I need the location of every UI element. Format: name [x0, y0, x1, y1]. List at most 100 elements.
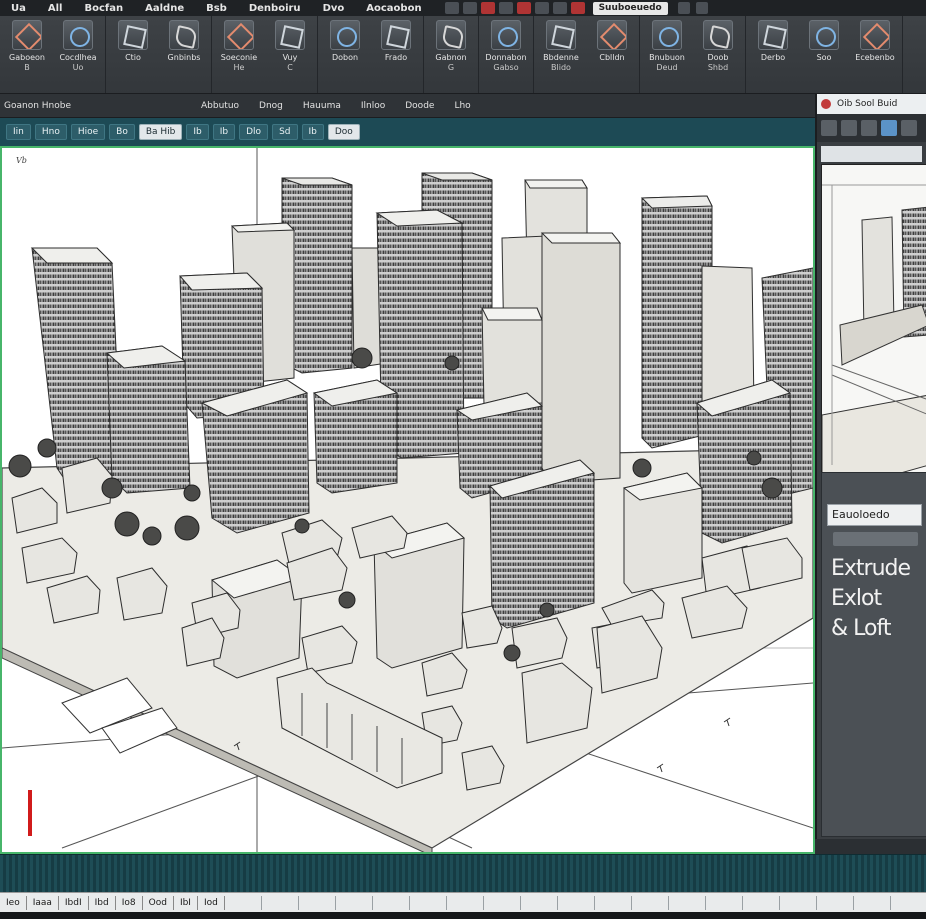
status-item[interactable]: IbdI: [59, 895, 89, 910]
ribbon-tool-sublabel: Shbd: [707, 63, 729, 72]
status-item[interactable]: Io8: [116, 895, 143, 910]
ribbon-tool[interactable]: Bnubuon Deud: [644, 20, 690, 93]
option-item[interactable]: Lho: [444, 101, 480, 111]
panel-search-field[interactable]: [821, 146, 922, 162]
status-item[interactable]: Ood: [143, 895, 174, 910]
quick-access-icon[interactable]: [552, 2, 567, 14]
menu-item-7[interactable]: Dvo: [312, 3, 356, 14]
ribbon-tool[interactable]: Donnabon Gabso: [483, 20, 529, 93]
viewport-button[interactable]: Sd: [272, 124, 298, 140]
ribbon-tool[interactable]: Doob Shbd: [695, 20, 741, 93]
grid-icon[interactable]: [695, 2, 708, 14]
quick-access-icon[interactable]: [516, 2, 531, 14]
ribbon-tool-sublabel: Uo: [72, 63, 84, 72]
option-item[interactable]: Hauuma: [293, 101, 351, 111]
status-item[interactable]: Ibd: [89, 895, 116, 910]
ribbon-tool[interactable]: Soeconie He: [216, 20, 262, 93]
ribbon-tool-label: Ecebenbo: [855, 53, 895, 62]
ribbon-tool[interactable]: Gnbinbs: [161, 20, 207, 93]
quick-access-icon[interactable]: [444, 2, 459, 14]
ribbon-tool[interactable]: Gabnon G: [428, 20, 474, 93]
ribbon-group-tools: Derbo Soo Ecebenbo: [746, 16, 903, 93]
copy-icon[interactable]: [861, 120, 877, 136]
viewport-button[interactable]: Ib: [301, 124, 324, 140]
viewport-button[interactable]: Hioe: [70, 124, 106, 140]
option-item[interactable]: Ilnloo: [351, 101, 395, 111]
ribbon-tool[interactable]: Gaboeon B: [4, 20, 50, 93]
more-icon[interactable]: [901, 120, 917, 136]
ribbon-tool[interactable]: Cblldn: [589, 20, 635, 93]
ribbon-tool-sublabel: Deud: [656, 63, 678, 72]
viewport-button-selected[interactable]: Doo: [327, 124, 360, 140]
status-item[interactable]: Ieo: [0, 895, 27, 910]
ribbon-tool[interactable]: Vuy C: [267, 20, 313, 93]
ribbon-tool[interactable]: Soo: [801, 20, 847, 93]
command-input[interactable]: [833, 532, 918, 546]
block-icon: [546, 20, 576, 50]
viewport-button[interactable]: Iin: [6, 124, 31, 140]
viewport-button[interactable]: Bo: [109, 124, 135, 140]
menu-item-5[interactable]: Bsb: [195, 3, 238, 14]
ribbon-tool-label: Dobon: [331, 53, 359, 62]
ribbon-tool[interactable]: Cocdlhea Uo: [55, 20, 101, 93]
menu-item-3[interactable]: Bocfan: [73, 3, 134, 14]
model-viewport[interactable]: Vb: [0, 146, 815, 854]
quick-access-icon[interactable]: [534, 2, 549, 14]
ribbon-tool[interactable]: Ctio: [110, 20, 156, 93]
ribbon-toolbar: Gaboeon B Cocdlhea Uo Ctio Gnbinbs Soeconi…: [0, 16, 926, 94]
close-icon[interactable]: [821, 99, 831, 109]
ribbon-tool-label: Vuy: [282, 53, 298, 62]
menu-item-2[interactable]: All: [37, 3, 74, 14]
status-item[interactable]: IbI: [174, 895, 198, 910]
pencil-icon: [63, 20, 93, 50]
menu-bar: Ua All Bocfan Aaldne Bsb Denboiru Dvo Ao…: [0, 0, 926, 16]
options-label: Goanon Hnobe: [4, 100, 71, 111]
transform-icon: [758, 20, 788, 50]
quick-access-icon[interactable]: [480, 2, 495, 14]
draw-icon: [12, 20, 42, 50]
menu-item-8[interactable]: Aocaobon: [355, 3, 432, 14]
paint-icon[interactable]: [881, 120, 897, 136]
viewport-button[interactable]: Dlo: [239, 124, 269, 140]
frame-icon: [381, 20, 411, 50]
viewport-button-selected[interactable]: Ba Hib: [138, 124, 183, 140]
ribbon-tool-label: Gnbinbs: [167, 53, 201, 62]
option-item[interactable]: Abbutuo: [191, 101, 249, 111]
status-item[interactable]: Iod: [198, 895, 225, 910]
viewport-button[interactable]: Ib: [186, 124, 209, 140]
command-loft[interactable]: & Loft: [831, 616, 891, 641]
menu-item-1[interactable]: Ua: [0, 3, 37, 14]
workspace-badge[interactable]: Suuboeuedo: [592, 1, 668, 15]
quick-access-icon[interactable]: [570, 2, 585, 14]
menu-item-6[interactable]: Denboiru: [238, 3, 312, 14]
edit-icon[interactable]: [821, 120, 837, 136]
ribbon-tool[interactable]: Bbdenne Blido: [538, 20, 584, 93]
ribbon-tool-label: Cblldn: [599, 53, 625, 62]
line-icon: [118, 20, 148, 50]
panel-toolbar: [817, 114, 926, 142]
command-panel-title[interactable]: Eauoloedo: [827, 504, 922, 526]
ribbon-group-insert: Gabnon G: [424, 16, 479, 93]
option-item[interactable]: Doode: [395, 101, 444, 111]
quick-access-icon[interactable]: [462, 2, 477, 14]
ribbon-tool-label: Gabnon: [435, 53, 467, 62]
status-item[interactable]: Iaaa: [27, 895, 59, 910]
menu-item-4[interactable]: Aaldne: [134, 3, 195, 14]
ribbon-tool[interactable]: Derbo: [750, 20, 796, 93]
ribbon-tool-label: Bbdenne: [543, 53, 579, 62]
ribbon-group-modify: Ctio Gnbinbs: [106, 16, 212, 93]
ribbon-tool-sublabel: Blido: [551, 63, 571, 72]
ribbon-tool[interactable]: Dobon: [322, 20, 368, 93]
move-icon[interactable]: [841, 120, 857, 136]
viewport-button[interactable]: Hno: [34, 124, 67, 140]
settings-icon[interactable]: [677, 2, 690, 14]
viewport-button[interactable]: Ib: [212, 124, 236, 140]
ribbon-tool[interactable]: Ecebenbo: [852, 20, 898, 93]
figure-icon: [809, 20, 839, 50]
command-extrude[interactable]: Extrude: [831, 556, 911, 581]
city-model-drawing[interactable]: [2, 148, 813, 852]
command-exlot[interactable]: Exlot: [831, 586, 882, 611]
ribbon-tool[interactable]: Frado: [373, 20, 419, 93]
quick-access-icon[interactable]: [498, 2, 513, 14]
option-item[interactable]: Dnog: [249, 101, 293, 111]
